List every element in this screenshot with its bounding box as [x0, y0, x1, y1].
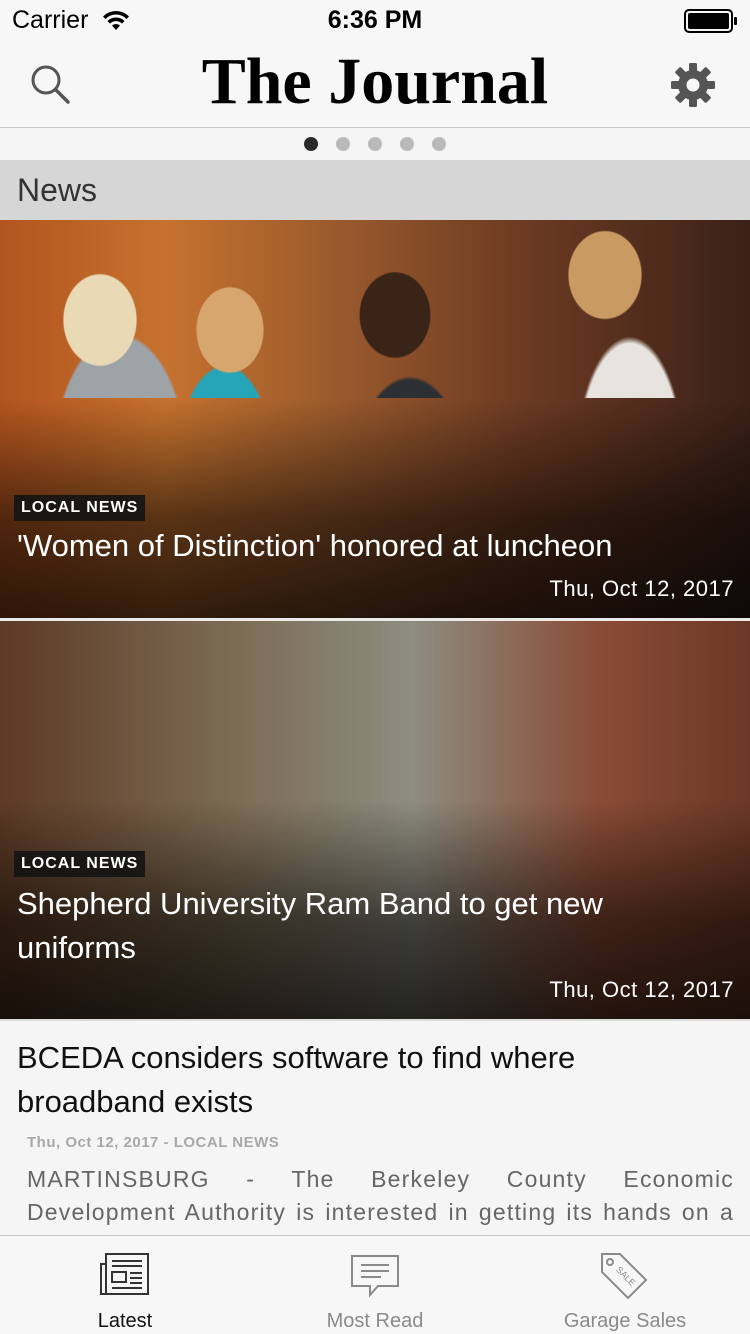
sale-tag-icon: SALE: [601, 1253, 648, 1300]
status-bar: Carrier 6:36 PM: [0, 0, 750, 40]
newspaper-icon: [100, 1253, 149, 1295]
tab-garage-sales[interactable]: SALE Garage Sales: [500, 1236, 750, 1334]
story-date: Thu, Oct 12, 2017: [549, 977, 734, 1002]
tab-label: Most Read: [326, 1310, 424, 1332]
tab-bar: Latest Most Read SALE Garage Sales: [0, 1235, 750, 1334]
tab-label: Garage Sales: [563, 1310, 687, 1332]
section-header: News: [0, 160, 750, 220]
gear-icon[interactable]: [670, 62, 716, 108]
page-dot[interactable]: [336, 137, 350, 151]
section-title: News: [17, 172, 98, 208]
message-icon: [351, 1255, 399, 1298]
featured-story-card[interactable]: LOCAL NEWS Shepherd University Ram Band …: [0, 621, 750, 1019]
featured-story-card[interactable]: LOCAL NEWS 'Women of Distinction' honore…: [0, 220, 750, 618]
page-dot[interactable]: [304, 137, 318, 151]
status-time: 6:36 PM: [327, 6, 423, 34]
page-dot[interactable]: [368, 137, 382, 151]
category-badge: LOCAL NEWS: [14, 495, 146, 521]
app-header: The Journal: [0, 40, 750, 128]
article-excerpt: MARTINSBURG - The Berkeley County Econom…: [27, 1166, 734, 1235]
tab-latest[interactable]: Latest: [0, 1236, 250, 1334]
battery-icon: [684, 9, 737, 33]
page-dot[interactable]: [432, 137, 446, 151]
story-date: Thu, Oct 12, 2017: [549, 576, 734, 601]
page-indicator[interactable]: [0, 128, 750, 160]
article-meta: Thu, Oct 12, 2017 - LOCAL NEWS: [27, 1134, 280, 1151]
tab-label: Latest: [97, 1310, 153, 1332]
page-dot[interactable]: [400, 137, 414, 151]
masthead-logo: The Journal: [201, 45, 549, 118]
story-headline: 'Women of Distinction' honored at lunche…: [17, 528, 613, 563]
article-headline: BCEDA considers software to find where b…: [17, 1040, 576, 1119]
tab-most-read[interactable]: Most Read: [250, 1236, 500, 1334]
story-headline: Shepherd University Ram Band to get new …: [17, 886, 603, 965]
category-badge: LOCAL NEWS: [14, 851, 146, 877]
article-list-item[interactable]: BCEDA considers software to find where b…: [0, 1021, 750, 1235]
